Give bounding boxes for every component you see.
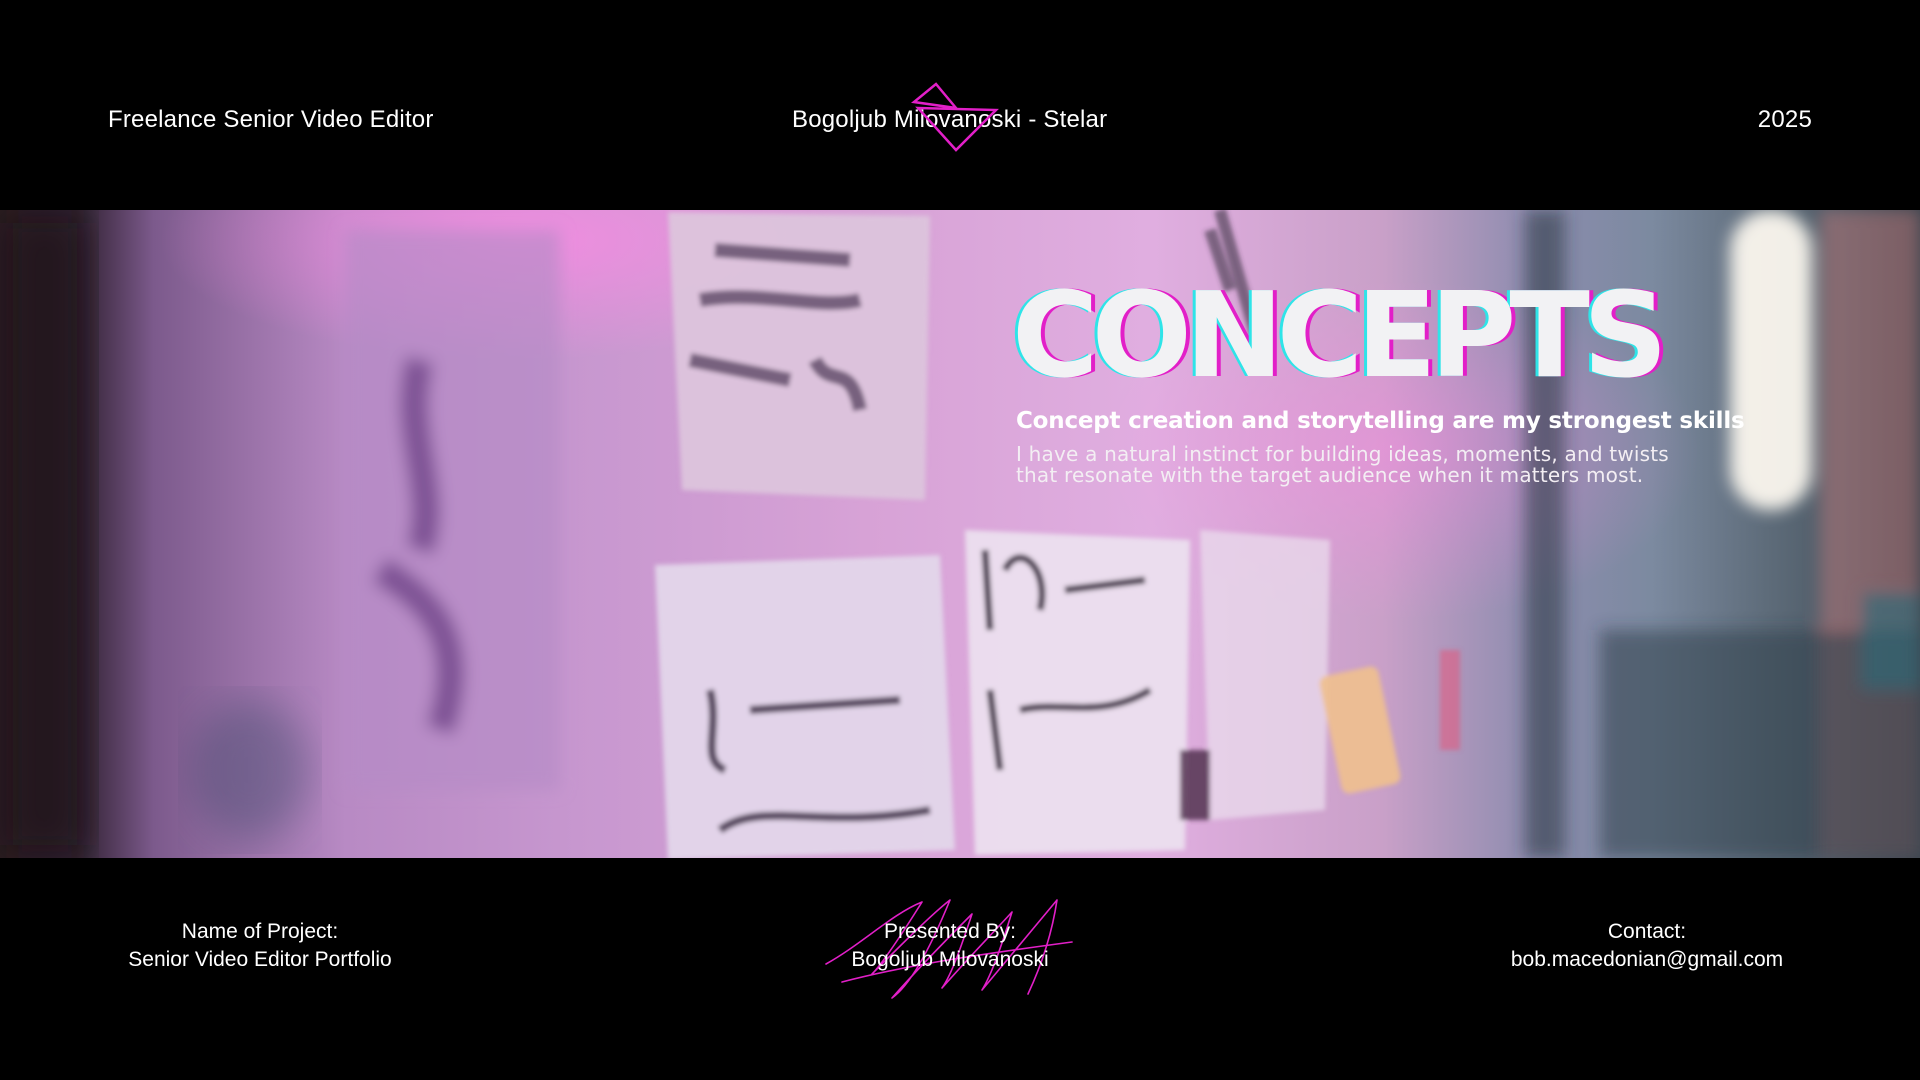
presented-label: Presented By: [884, 920, 1016, 943]
project-label: Name of Project: [181, 920, 339, 943]
contact-info: Contact: bob.macedonian@gmail.com [1480, 918, 1814, 974]
contact-email[interactable]: bob.macedonian@gmail.com [1480, 946, 1814, 974]
project-info: Name of Project: Senior Video Editor Por… [110, 918, 410, 974]
project-value: Senior Video Editor Portfolio [128, 948, 392, 971]
presenter-info: Presented By: Bogoljub Milovanoski [800, 918, 1100, 974]
section-title: CONCEPTS [1012, 266, 1668, 404]
slide: Freelance Senior Video Editor Bogoljub M… [0, 0, 1920, 1080]
description-line: that resonate with the target audience w… [1016, 463, 1644, 487]
contact-label: Contact: [1607, 920, 1687, 943]
section-description: I have a natural instinct for building i… [1016, 444, 1736, 486]
year-label: 2025 [1757, 106, 1812, 133]
section-subtitle: Concept creation and storytelling are my… [1016, 408, 1745, 434]
role-title: Freelance Senior Video Editor [108, 106, 434, 133]
triangle-logo-icon [911, 82, 999, 152]
description-line: I have a natural instinct for building i… [1016, 442, 1669, 466]
presented-value: Bogoljub Milovanoski [851, 948, 1049, 971]
